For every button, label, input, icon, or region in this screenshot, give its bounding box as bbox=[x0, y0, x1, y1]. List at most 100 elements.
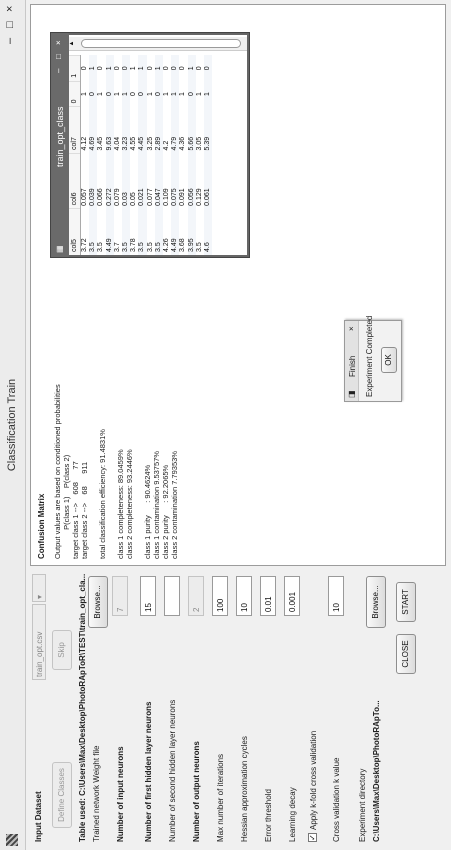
table-row[interactable]: 4.49 0.272 9.63 0 1 bbox=[105, 55, 114, 255]
column-header[interactable]: col7 bbox=[69, 106, 81, 154]
data-table: col5 col6 col7 0 1 3.72 0.057 4.12 1 0 3.5 0.039 4.… bbox=[69, 55, 213, 256]
table-cell: 4.36 bbox=[179, 136, 187, 151]
table-header-row: col5 col6 col7 0 1 bbox=[69, 55, 81, 255]
table-max-icon[interactable]: □ bbox=[54, 54, 63, 59]
table-row[interactable]: 4.49 0.075 4.79 1 0 bbox=[171, 55, 180, 255]
table-row[interactable]: 3.68 0.091 4.36 1 0 bbox=[179, 56, 187, 256]
kvalue-field[interactable]: 10 bbox=[328, 576, 344, 616]
table-cell: 0.075 bbox=[171, 153, 180, 209]
confusion-line: class 2 contamination 7.79353% bbox=[170, 451, 179, 559]
table-cell: 1 bbox=[163, 92, 171, 96]
table-cell: 0.056 bbox=[187, 153, 196, 209]
kvalue-label: Cross validation k value bbox=[332, 757, 341, 842]
close-button[interactable]: × bbox=[4, 6, 16, 12]
table-cell: 0 bbox=[154, 81, 164, 107]
experiment-dir-label: Experiment directory bbox=[358, 768, 367, 842]
table-cell: 3.5 bbox=[97, 242, 105, 252]
table-row[interactable]: 3.5 0.039 4.69 0 1 bbox=[89, 55, 98, 255]
table-cell: 0.066 bbox=[97, 188, 105, 206]
column-header[interactable]: col5 bbox=[69, 208, 81, 255]
window-title: Classification Train bbox=[6, 378, 18, 472]
table-row[interactable]: 4.26 0.109 4.2 1 0 bbox=[163, 56, 171, 256]
table-min-icon[interactable]: – bbox=[54, 69, 63, 73]
table-cell: 1 bbox=[105, 55, 114, 82]
table-used-label: Table used: C:\Users\Max\Desktop\PhotoRA… bbox=[78, 573, 87, 842]
error-threshold-field[interactable]: 0.01 bbox=[260, 576, 276, 616]
table-body-rows: 3.72 0.057 4.12 1 0 3.5 0.039 4.69 0 1 3.5 0.066 3.4… bbox=[81, 55, 213, 256]
trained-weight-label: Trained network Weight file bbox=[92, 745, 101, 843]
hessian-field[interactable]: 10 bbox=[236, 576, 252, 616]
column-header[interactable]: col6 bbox=[69, 153, 81, 209]
table-row[interactable]: 3.5 0.077 3.25 1 0 bbox=[147, 56, 155, 256]
first-hidden-field[interactable]: 15 bbox=[140, 576, 156, 616]
title-bar: Classification Train – □ × bbox=[0, 0, 26, 850]
column-header[interactable]: 0 bbox=[69, 81, 81, 107]
vertical-scrollbar[interactable]: ▲ bbox=[69, 37, 247, 51]
finish-app-icon: ◨ bbox=[347, 390, 356, 398]
input-neurons-field[interactable]: 7 bbox=[112, 576, 128, 616]
confusion-line bbox=[134, 299, 143, 559]
table-row[interactable]: 3.7 0.079 4.04 1 0 bbox=[114, 56, 122, 256]
table-cell: 4.69 bbox=[89, 106, 98, 154]
column-header[interactable]: 1 bbox=[69, 55, 81, 82]
table-cell: 0 bbox=[163, 66, 171, 71]
table-cell: 4.12 bbox=[81, 136, 88, 151]
define-classes-button[interactable]: Define Classes bbox=[52, 762, 72, 828]
table-row[interactable]: 3.78 0.05 4.55 0 1 bbox=[130, 56, 138, 256]
table-row[interactable]: 4.6 0.061 5.39 1 0 bbox=[204, 55, 213, 255]
table-cell: 5.39 bbox=[204, 106, 213, 154]
table-cell: 4.49 bbox=[171, 208, 180, 255]
table-row[interactable]: 3.5 0.129 3.05 1 0 bbox=[196, 56, 204, 256]
maximize-button[interactable]: □ bbox=[4, 21, 16, 28]
hessian-label: Hessian approximation cycles bbox=[240, 736, 249, 842]
table-cell: 0.129 bbox=[195, 188, 203, 206]
finish-close-icon[interactable]: × bbox=[347, 326, 356, 331]
ok-button[interactable]: OK bbox=[381, 347, 397, 373]
confusion-text: Output values are based on conditioned p… bbox=[53, 299, 179, 559]
scroll-thumb[interactable] bbox=[81, 39, 241, 48]
table-cell: 5.66 bbox=[187, 106, 196, 154]
table-cell: 3.23 bbox=[122, 106, 131, 154]
table-cell: 3.5 bbox=[146, 242, 154, 252]
skip-button[interactable]: Skip bbox=[52, 630, 72, 670]
second-hidden-label: Number of second hidden layer neurons bbox=[168, 699, 177, 842]
confusion-line: class 1 completeness: 89.0459% bbox=[116, 449, 125, 559]
scroll-up-icon[interactable]: ▲ bbox=[69, 37, 79, 50]
table-cell: 3.45 bbox=[97, 136, 105, 151]
confusion-line: Output values are based on conditioned p… bbox=[53, 384, 62, 559]
browse-weight-button[interactable]: Browse... bbox=[88, 576, 108, 628]
table-row[interactable]: 3.72 0.057 4.12 1 0 bbox=[81, 56, 90, 256]
start-button[interactable]: START bbox=[396, 582, 416, 622]
confusion-line: total classification efficiency: 91.4831… bbox=[98, 429, 107, 559]
table-window-title: train_opt_class bbox=[55, 106, 65, 167]
table-cell: 1 bbox=[187, 55, 196, 82]
learning-decay-field[interactable]: 0.001 bbox=[284, 576, 300, 616]
dataset-select[interactable]: ▾ bbox=[32, 574, 46, 602]
table-cell: 3.5 bbox=[138, 208, 147, 255]
finish-dialog: ◨ Finish × Experiment Completed OK bbox=[344, 316, 402, 402]
minimize-button[interactable]: – bbox=[4, 38, 16, 44]
table-cell: 3.5 bbox=[154, 208, 164, 255]
table-cell: 1 bbox=[195, 92, 203, 96]
table-cell: 0 bbox=[187, 81, 196, 107]
confusion-line: class 1 purity : 90.4624% bbox=[143, 464, 152, 559]
max-iter-field[interactable]: 100 bbox=[212, 576, 228, 616]
table-cell: 2.89 bbox=[154, 106, 164, 154]
table-row[interactable]: 3.95 0.056 5.66 0 1 bbox=[187, 55, 196, 255]
table-row[interactable]: 3.5 0.066 3.45 1 0 bbox=[97, 56, 105, 256]
second-hidden-field[interactable] bbox=[164, 576, 180, 616]
learning-decay-label: Learning decay bbox=[288, 787, 297, 842]
table-row[interactable]: 3.5 0.021 4.45 0 1 bbox=[138, 55, 147, 255]
table-cell: 0 bbox=[97, 66, 105, 71]
table-row[interactable]: 3.5 0.047 2.89 0 1 bbox=[154, 55, 164, 255]
output-neurons-field[interactable]: 2 bbox=[188, 576, 204, 616]
table-close-icon[interactable]: × bbox=[54, 40, 63, 45]
table-cell: 4.26 bbox=[163, 238, 171, 252]
table-cell: 3.78 bbox=[130, 238, 138, 252]
browse-dir-button[interactable]: Browse... bbox=[366, 576, 386, 628]
settings-panel: Input Dataset ▾ train_opt.csv Define Cla… bbox=[26, 568, 451, 850]
kfold-checkbox[interactable]: ✓ bbox=[308, 833, 317, 842]
table-row[interactable]: 3.5 0.03 3.23 1 0 bbox=[122, 55, 131, 255]
table-cell: 0 bbox=[122, 55, 131, 82]
close-button-bottom[interactable]: CLOSE bbox=[396, 634, 416, 674]
